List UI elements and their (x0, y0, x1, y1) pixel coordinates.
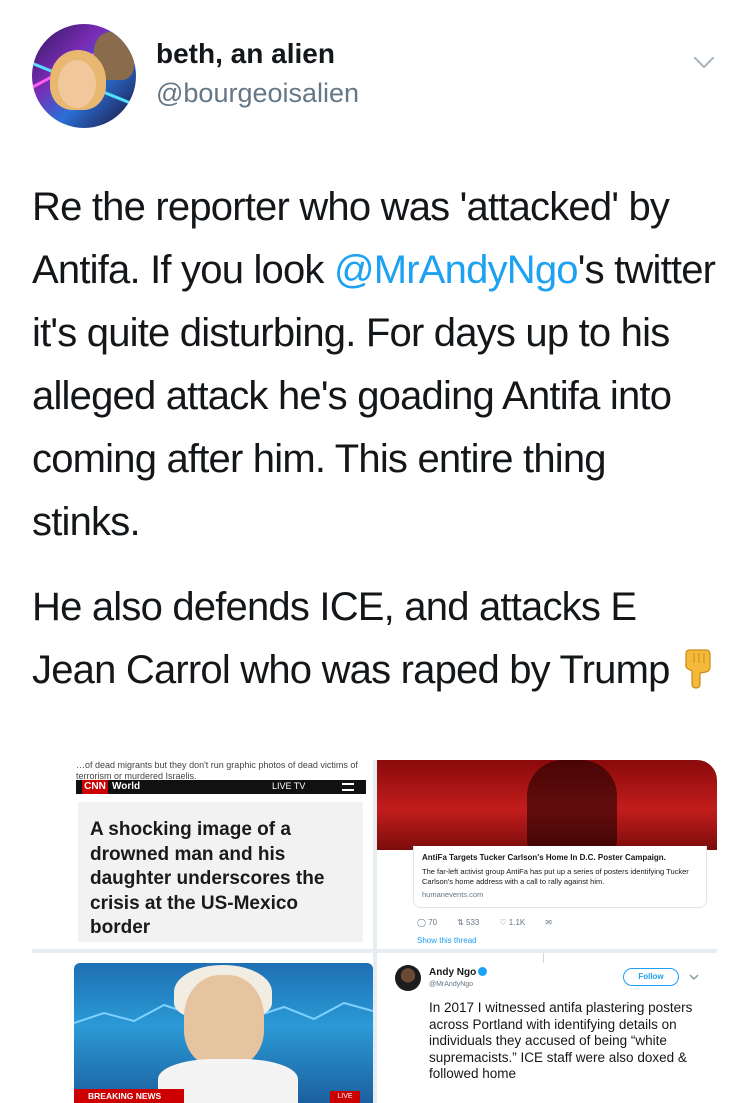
article-photo (377, 760, 717, 850)
chevron-down-icon (689, 974, 699, 980)
reply-count: ◯ 70 (417, 918, 437, 927)
link-card-title: AntiFa Targets Tucker Carlson's Home In … (422, 853, 666, 862)
article-top-note-line: …of dead migrants but they don't run gra… (76, 760, 358, 770)
cnn-section-label: World (112, 781, 141, 792)
like-count-value: 1.1K (508, 918, 526, 927)
article-top-note: …of dead migrants but they don't run gra… (76, 760, 358, 782)
tweet-paragraph-1: Re the reporter who was 'attacked' by An… (32, 176, 722, 554)
cnn-navbar: CNN World LIVE TV (76, 780, 366, 794)
chevron-down-icon[interactable] (692, 50, 716, 74)
quoted-author-handle: @MrAndyNgo (429, 981, 474, 988)
like-count: ♡ 1.1K (499, 918, 525, 927)
link-card-description: The far-left activist group AntiFa has p… (422, 867, 689, 886)
media-image-cnn-article[interactable]: …of dead migrants but they don't run gra… (32, 760, 373, 949)
quoted-author-name-text: Andy Ngo (429, 967, 477, 978)
tv-screen: BREAKING NEWS LIVE (74, 963, 373, 1103)
tweet-text-segment: He also defends ICE, and attacks E Jean … (32, 585, 670, 692)
author-handle[interactable]: @bourgeoisalien (156, 78, 359, 109)
link-card: AntiFa Targets Tucker Carlson's Home In … (413, 846, 707, 908)
reply-count-value: 70 (428, 918, 438, 927)
media-grid: …of dead migrants but they don't run gra… (32, 760, 717, 1103)
quoted-tweet-body: In 2017 I witnessed antifa plastering po… (429, 1000, 693, 1081)
media-image-cnn-broadcast[interactable]: BREAKING NEWS LIVE (32, 953, 373, 1103)
tweet-header: beth, an alien @bourgeoisalien (32, 24, 722, 128)
message-icon: ✉ (545, 918, 552, 927)
avatar-face (58, 60, 96, 108)
hamburger-menu-icon (342, 783, 354, 791)
person-face (184, 975, 264, 1067)
backhand-index-pointing-down-icon (685, 649, 711, 689)
andy-ngo-avatar (395, 965, 421, 991)
author-name[interactable]: beth, an alien (156, 38, 335, 70)
link-card-url: humanevents.com (422, 890, 484, 899)
show-thread-link: Show this thread (417, 936, 477, 945)
retweet-icon: ⇅ (457, 918, 464, 927)
media-image-tweet-screenshot[interactable]: AntiFa Targets Tucker Carlson's Home In … (377, 760, 717, 949)
photo-figure (527, 760, 617, 850)
verified-badge-icon (478, 967, 488, 976)
tweet-text-segment: 's twitter it's quite disturbing. For da… (32, 248, 716, 544)
breaking-news-banner: BREAKING NEWS (74, 1089, 184, 1103)
retweet-count: ⇅ 533 (457, 918, 479, 927)
quoted-author-name: Andy Ngo (429, 967, 488, 978)
tweet-paragraph-2: He also defends ICE, and attacks E Jean … (32, 576, 722, 702)
mention-link[interactable]: @MrAndyNgo (334, 248, 579, 292)
cnn-live-tv-label: LIVE TV (272, 781, 306, 791)
reply-icon: ◯ (417, 918, 426, 927)
retweet-count-value: 533 (466, 918, 480, 927)
follow-button: Follow (623, 968, 679, 986)
heart-icon: ♡ (499, 918, 507, 927)
tweet-action-bar: ◯ 70 ⇅ 533 ♡ 1.1K ✉ (417, 918, 552, 927)
media-image-andy-ngo-tweet[interactable]: Andy Ngo @MrAndyNgo Follow In 2017 I wit… (377, 953, 717, 1103)
article-headline: A shocking image of a drowned man and hi… (78, 802, 363, 942)
live-badge: LIVE (330, 1091, 360, 1103)
author-avatar[interactable] (32, 24, 136, 128)
tweet-text: Re the reporter who was 'attacked' by An… (32, 176, 722, 702)
cnn-logo: CNN (82, 780, 108, 794)
thread-connector-line (543, 953, 544, 963)
